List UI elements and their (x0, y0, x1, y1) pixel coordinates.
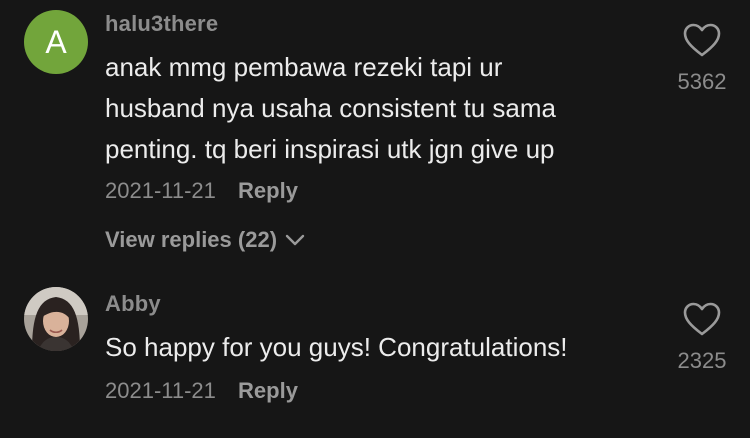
avatar[interactable] (24, 287, 88, 351)
reply-button[interactable]: Reply (238, 178, 298, 203)
like-count: 5362 (677, 69, 727, 94)
comment-username[interactable]: Abby (105, 291, 161, 317)
comment-username[interactable]: halu3there (105, 11, 218, 37)
comment-text-line: So happy for you guys! Congratulations! (105, 332, 568, 362)
comment-text: So happy for you guys! Congratulations! (105, 327, 645, 368)
avatar-letter: A (45, 23, 67, 60)
heart-icon[interactable] (667, 22, 737, 63)
view-replies-label: View replies (22) (105, 227, 278, 252)
comment-text: anak mmg pembawa rezeki tapi ur husband … (105, 47, 645, 170)
avatar[interactable]: A (24, 10, 88, 74)
comment-date: 2021-11-21 (105, 378, 216, 403)
like-control: 5362 (667, 22, 737, 95)
like-control: 2325 (667, 301, 737, 374)
profile-photo-icon (24, 287, 88, 351)
comment-item: Abby So happy for you guys! Congratulati… (0, 280, 750, 438)
heart-icon[interactable] (667, 301, 737, 342)
comment-text-line: penting. tq beri inspirasi utk jgn give … (105, 134, 555, 164)
comment-text-line: anak mmg pembawa rezeki tapi ur (105, 52, 503, 82)
comment-item: A halu3there anak mmg pembawa rezeki tap… (0, 0, 750, 270)
chevron-down-icon (285, 227, 305, 253)
comment-text-line: husband nya usaha consistent tu sama (105, 93, 556, 123)
view-replies-button[interactable]: View replies (22) (105, 227, 305, 253)
comment-meta: 2021-11-21 Reply (105, 178, 298, 204)
comment-meta: 2021-11-21 Reply (105, 378, 298, 404)
reply-button[interactable]: Reply (238, 378, 298, 403)
like-count: 2325 (677, 348, 727, 373)
comment-date: 2021-11-21 (105, 178, 216, 203)
